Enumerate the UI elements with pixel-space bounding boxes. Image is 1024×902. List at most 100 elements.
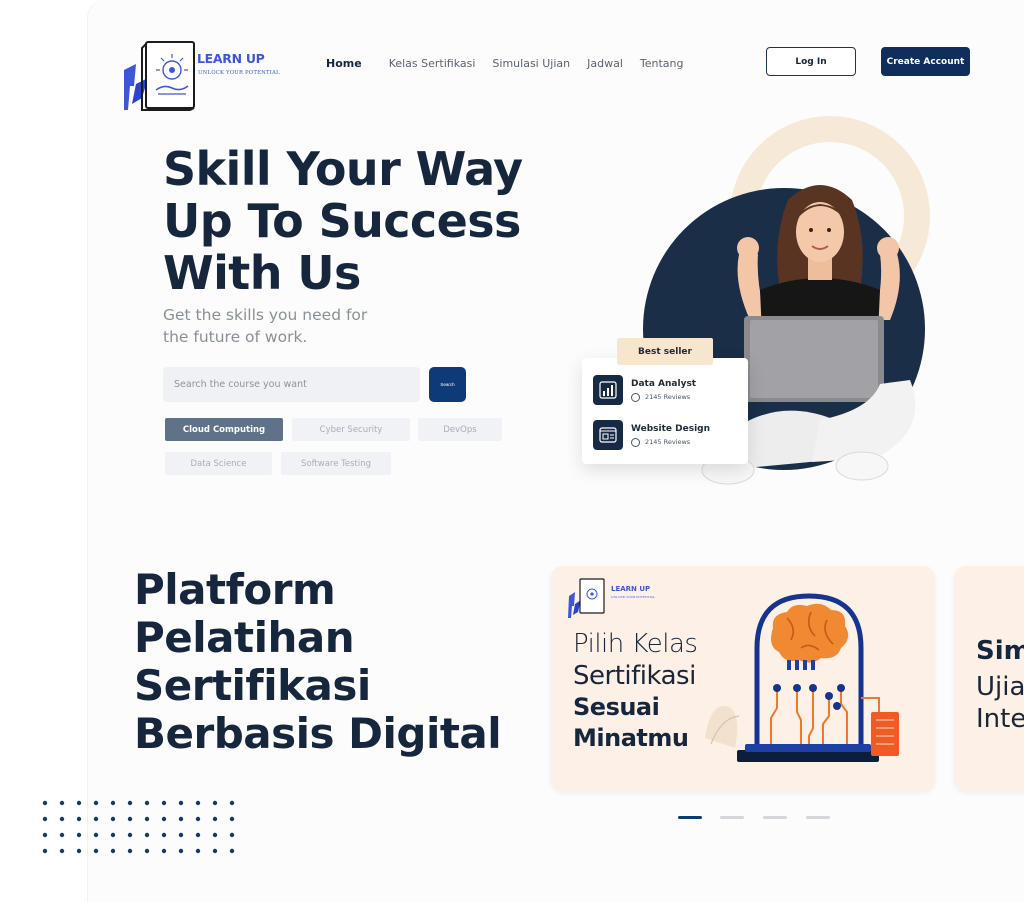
card-heading-line: Ujia bbox=[976, 672, 1024, 702]
decorative-dot bbox=[76, 848, 82, 854]
decorative-dot bbox=[161, 800, 167, 806]
hero-subtitle-line: the future of work. bbox=[163, 328, 308, 346]
decorative-dot bbox=[93, 848, 99, 854]
decorative-dot bbox=[42, 800, 48, 806]
chip-cyber-security[interactable]: Cyber Security bbox=[292, 418, 410, 441]
platform-title-line: Platform bbox=[134, 565, 336, 614]
search-button[interactable]: Search bbox=[429, 367, 466, 402]
hero-title: Skill Your Way Up To Success With Us bbox=[163, 143, 563, 299]
course-item-website-design[interactable]: Website Design 2145 Reviews bbox=[593, 420, 710, 450]
nav-simulasi-ujian[interactable]: Simulasi Ujian bbox=[492, 57, 570, 70]
nav-kelas-sertifikasi[interactable]: Kelas Sertifikasi bbox=[389, 57, 476, 70]
hero-subtitle: Get the skills you need for the future o… bbox=[163, 304, 403, 348]
decorative-dot bbox=[144, 800, 150, 806]
decorative-dot bbox=[212, 832, 218, 838]
decorative-dot bbox=[110, 800, 116, 806]
decorative-dot bbox=[229, 832, 235, 838]
carousel-dot-1[interactable] bbox=[678, 816, 702, 819]
card-logo-icon bbox=[568, 578, 605, 618]
feature-card-simulasi-ujian[interactable]: Sim Ujia Inte bbox=[954, 566, 1024, 791]
hero-subtitle-line: Get the skills you need for bbox=[163, 306, 368, 324]
card-logo-tagline: UNLOCK YOUR POTENTIAL bbox=[611, 595, 655, 599]
logo-name: LEARN UP bbox=[197, 51, 265, 66]
feature-card-pilih-kelas[interactable]: LEARN UP UNLOCK YOUR POTENTIAL Pilih Kel… bbox=[551, 566, 935, 791]
decorative-dot bbox=[110, 848, 116, 854]
nav-jadwal[interactable]: Jadwal bbox=[587, 57, 623, 70]
decorative-dot bbox=[76, 816, 82, 822]
course-meta: Website Design 2145 Reviews bbox=[631, 424, 710, 447]
main-nav: Home Kelas Sertifikasi Simulasi Ujian Ja… bbox=[326, 57, 700, 70]
decorative-dot bbox=[59, 832, 65, 838]
decorative-dot bbox=[195, 816, 201, 822]
brain-circuit-illustration bbox=[705, 593, 899, 762]
reviews-icon bbox=[631, 392, 640, 402]
decorative-dot bbox=[127, 848, 133, 854]
card-heading-line: Sim bbox=[976, 636, 1024, 666]
web-design-icon bbox=[593, 420, 623, 450]
course-meta: Data Analyst 2145 Reviews bbox=[631, 379, 696, 402]
hero-title-line: Up To Success bbox=[163, 194, 521, 248]
decorative-dot bbox=[93, 816, 99, 822]
create-account-button[interactable]: Create Account bbox=[881, 47, 970, 76]
card-heading-line: Sesuai bbox=[573, 693, 660, 721]
platform-title: Platform Pelatihan Sertifikasi Berbasis … bbox=[134, 566, 534, 758]
reviews-count: 2145 Reviews bbox=[645, 438, 691, 446]
decorative-dot bbox=[212, 848, 218, 854]
card-heading-line: Minatmu bbox=[573, 724, 689, 752]
decorative-dot bbox=[42, 816, 48, 822]
decorative-dot bbox=[127, 832, 133, 838]
carousel-dot-4[interactable] bbox=[806, 816, 830, 819]
chip-software-testing[interactable]: Software Testing bbox=[281, 452, 391, 475]
decorative-dot bbox=[161, 816, 167, 822]
course-name: Data Analyst bbox=[631, 378, 697, 389]
card-logo-name: LEARN UP bbox=[611, 585, 651, 593]
decorative-dot bbox=[93, 832, 99, 838]
card-heading-line: Sertifikasi bbox=[573, 661, 696, 691]
decorative-dot bbox=[42, 848, 48, 854]
decorative-dot bbox=[144, 832, 150, 838]
decorative-dot-grid bbox=[42, 800, 235, 854]
decorative-dot bbox=[178, 800, 184, 806]
decorative-dot bbox=[229, 800, 235, 806]
platform-title-line: Berbasis Digital bbox=[134, 709, 502, 758]
decorative-dot bbox=[161, 848, 167, 854]
decorative-dot bbox=[127, 816, 133, 822]
platform-title-line: Sertifikasi bbox=[134, 661, 371, 710]
course-reviews: 2145 Reviews bbox=[631, 437, 710, 447]
decorative-dot bbox=[212, 816, 218, 822]
login-button[interactable]: Log In bbox=[766, 47, 856, 76]
decorative-dot bbox=[42, 832, 48, 838]
course-reviews: 2145 Reviews bbox=[631, 392, 696, 402]
carousel-dot-2[interactable] bbox=[720, 816, 744, 819]
chip-devops[interactable]: DevOps bbox=[418, 418, 502, 441]
course-item-data-analyst[interactable]: Data Analyst 2145 Reviews bbox=[593, 375, 696, 405]
chart-icon bbox=[593, 375, 623, 405]
nav-tentang[interactable]: Tentang bbox=[640, 57, 684, 70]
nav-home[interactable]: Home bbox=[326, 57, 362, 70]
logo-tagline: UNLOCK YOUR POTENTIAL bbox=[198, 70, 280, 76]
decorative-dot bbox=[229, 848, 235, 854]
course-search-input[interactable] bbox=[163, 367, 420, 402]
decorative-dot bbox=[144, 848, 150, 854]
carousel-dot-3[interactable] bbox=[763, 816, 787, 819]
decorative-dot bbox=[195, 800, 201, 806]
decorative-dot bbox=[76, 832, 82, 838]
decorative-dot bbox=[110, 816, 116, 822]
hero-title-line: With Us bbox=[163, 246, 361, 300]
decorative-dot bbox=[178, 816, 184, 822]
decorative-dot bbox=[110, 832, 116, 838]
card-heading-line: Inte bbox=[976, 704, 1024, 734]
chip-cloud-computing[interactable]: Cloud Computing bbox=[165, 418, 283, 441]
decorative-dot bbox=[195, 832, 201, 838]
reviews-icon bbox=[631, 437, 640, 447]
decorative-dot bbox=[59, 800, 65, 806]
course-name: Website Design bbox=[631, 423, 711, 434]
decorative-dot bbox=[59, 816, 65, 822]
bestseller-tag: Best seller bbox=[617, 338, 713, 365]
chip-data-science[interactable]: Data Science bbox=[165, 452, 272, 475]
decorative-dot bbox=[93, 800, 99, 806]
decorative-dot bbox=[144, 816, 150, 822]
page: LEARN UP UNLOCK YOUR POTENTIAL Home Kela… bbox=[0, 0, 1024, 902]
decorative-dot bbox=[195, 848, 201, 854]
decorative-dot bbox=[59, 848, 65, 854]
